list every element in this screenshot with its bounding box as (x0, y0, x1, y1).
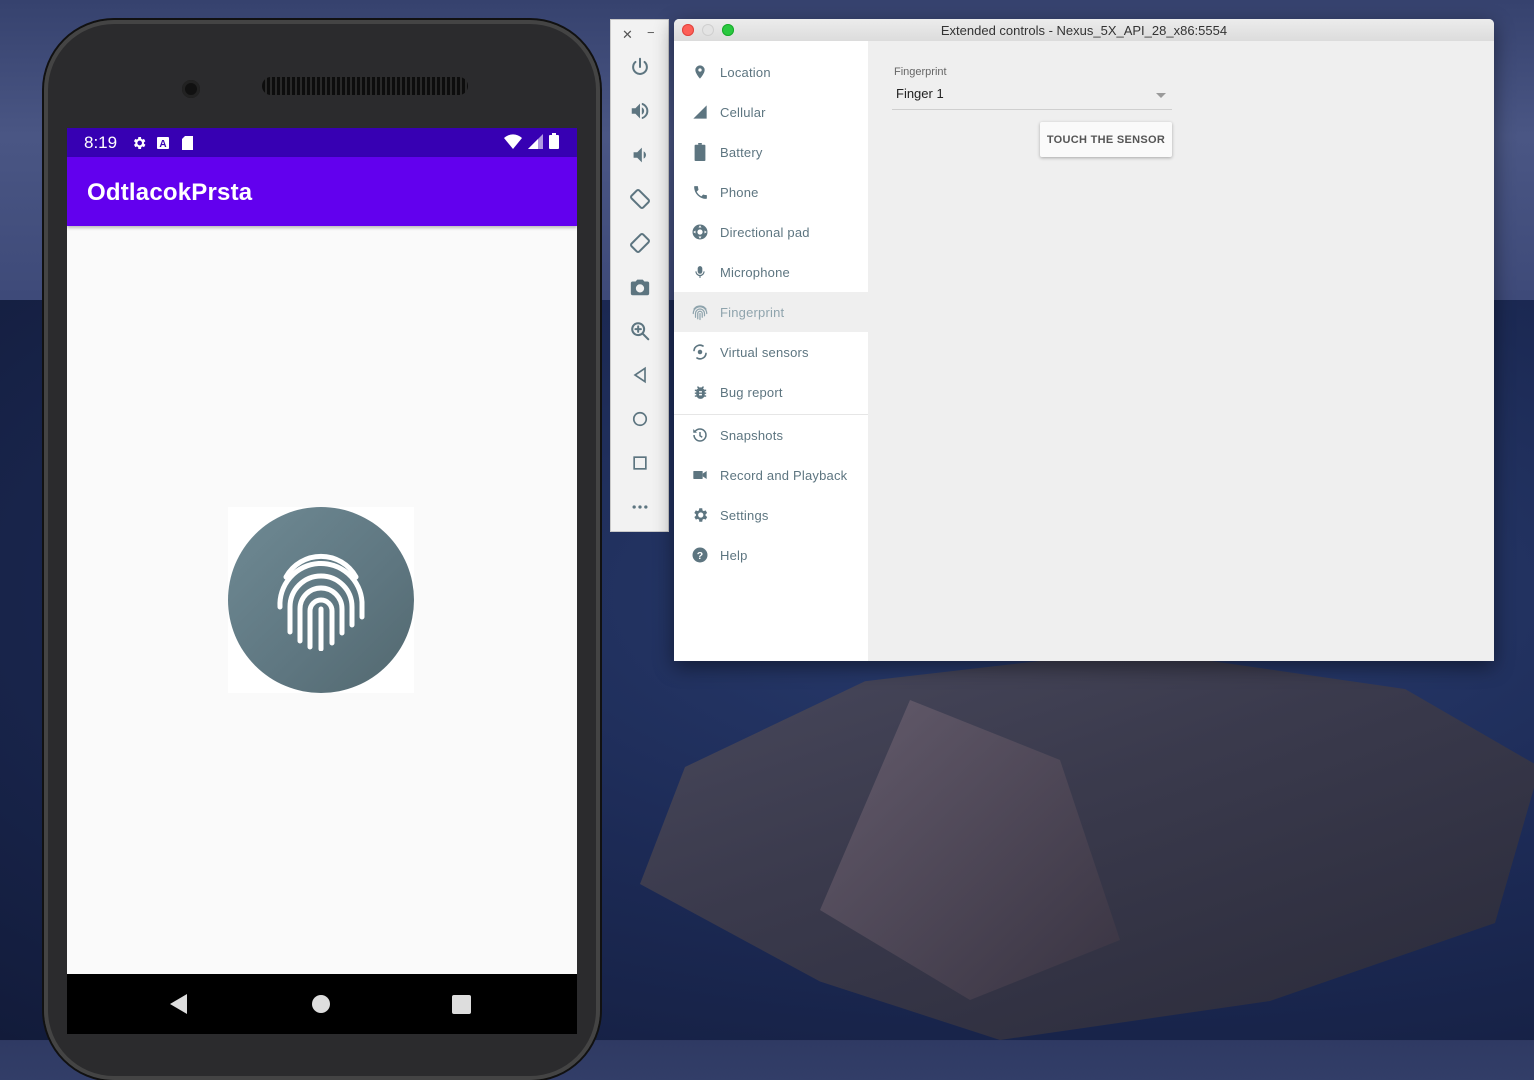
fingerprint-icon (690, 302, 710, 322)
camera-icon[interactable] (627, 274, 653, 300)
sidebar-item-snapshots[interactable]: Snapshots (674, 415, 868, 455)
sd-card-icon (181, 135, 197, 151)
sidebar-item-virtual-sensors[interactable]: Virtual sensors (674, 332, 868, 372)
finger-select-value: Finger 1 (896, 86, 944, 101)
more-icon[interactable] (627, 494, 653, 520)
app-bar: OdtlacokPrsta (67, 157, 577, 226)
sidebar-item-label: Snapshots (720, 427, 784, 443)
back-icon[interactable] (170, 994, 187, 1014)
sidebar-item-label: Bug report (720, 384, 783, 400)
status-time: 8:19 (84, 132, 118, 152)
sidebar-item-bug-report[interactable]: Bug report (674, 372, 868, 412)
dpad-icon (690, 222, 710, 242)
sidebar-item-label: Directional pad (720, 224, 810, 240)
history-icon (690, 425, 710, 445)
sidebar-item-settings[interactable]: Settings (674, 495, 868, 535)
app-title: OdtlacokPrsta (87, 179, 253, 206)
wifi-icon (504, 133, 522, 154)
microphone-icon (690, 262, 710, 282)
status-bar: 8:19 A (67, 128, 577, 157)
cellular-signal-icon (690, 102, 710, 122)
sidebar-item-microphone[interactable]: Microphone (674, 252, 868, 292)
sidebar-item-label: Phone (720, 184, 759, 200)
phone-screen[interactable]: 8:19 A OdtlacokPrsta (67, 128, 577, 1034)
chevron-down-icon (1156, 93, 1166, 98)
rotate-right-icon[interactable] (627, 230, 653, 256)
fingerprint-field-label: Fingerprint (894, 66, 947, 78)
sidebar-item-label: Cellular (720, 104, 766, 120)
navigation-bar (67, 974, 577, 1034)
close-icon[interactable]: ✕ (622, 27, 633, 43)
bug-icon (690, 382, 710, 402)
a-icon: A (156, 135, 172, 151)
back-icon[interactable] (627, 362, 653, 388)
window-title: Extended controls - Nexus_5X_API_28_x86:… (940, 23, 1228, 38)
extended-controls-window: Extended controls - Nexus_5X_API_28_x86:… (674, 19, 1494, 661)
signal-icon (528, 133, 543, 154)
gear-icon (690, 505, 710, 525)
earpiece-speaker (262, 77, 468, 95)
sidebar-item-label: Battery (720, 144, 763, 160)
volume-down-icon[interactable] (627, 142, 653, 168)
window-titlebar: Extended controls - Nexus_5X_API_28_x86:… (674, 19, 1494, 42)
zoom-icon[interactable] (627, 318, 653, 344)
svg-text:A: A (159, 139, 166, 150)
sidebar-item-label: Location (720, 64, 771, 80)
home-icon[interactable] (627, 406, 653, 432)
video-camera-icon (690, 465, 710, 485)
sidebar-item-phone[interactable]: Phone (674, 172, 868, 212)
extended-controls-sidebar: Location Cellular Battery Phone Directio… (674, 41, 868, 661)
sidebar-item-label: Record and Playback (720, 467, 848, 483)
home-icon[interactable] (312, 995, 330, 1013)
sidebar-item-help[interactable]: ? Help (674, 535, 868, 575)
finger-select[interactable]: Finger 1 (892, 83, 1172, 110)
sidebar-item-label: Microphone (720, 264, 790, 280)
sidebar-item-record-and-playback[interactable]: Record and Playback (674, 455, 868, 495)
overview-icon[interactable] (627, 450, 653, 476)
sidebar-item-directional-pad[interactable]: Directional pad (674, 212, 868, 252)
sidebar-item-location[interactable]: Location (674, 52, 868, 92)
phone-icon (690, 182, 710, 202)
fingerprint-image[interactable] (228, 507, 414, 693)
fingerprint-panel: Fingerprint Finger 1 TOUCH THE SENSOR (868, 41, 1494, 661)
sidebar-item-battery[interactable]: Battery (674, 132, 868, 172)
fingerprint-icon (277, 553, 365, 651)
help-icon: ? (690, 545, 710, 565)
settings-icon (131, 135, 147, 151)
sidebar-item-label: Help (720, 547, 748, 563)
front-camera (182, 80, 200, 98)
volume-up-icon[interactable] (627, 98, 653, 124)
sidebar-item-label: Fingerprint (720, 304, 785, 320)
sidebar-item-label: Settings (720, 507, 769, 523)
emulator-toolbar: ✕ − (610, 19, 669, 532)
battery-icon (690, 142, 710, 162)
power-icon[interactable] (627, 54, 653, 80)
sidebar-item-fingerprint[interactable]: Fingerprint (674, 292, 868, 332)
touch-sensor-button[interactable]: TOUCH THE SENSOR (1040, 122, 1172, 157)
sidebar-item-cellular[interactable]: Cellular (674, 92, 868, 132)
recents-icon[interactable] (452, 995, 471, 1014)
virtual-sensors-icon (690, 342, 710, 362)
svg-text:?: ? (697, 550, 703, 562)
rotate-left-icon[interactable] (627, 186, 653, 212)
battery-icon (549, 133, 559, 154)
location-pin-icon (690, 62, 710, 82)
sidebar-item-label: Virtual sensors (720, 344, 809, 360)
minimize-icon[interactable]: − (647, 25, 655, 40)
toolbar-window-controls: ✕ − (611, 24, 668, 44)
